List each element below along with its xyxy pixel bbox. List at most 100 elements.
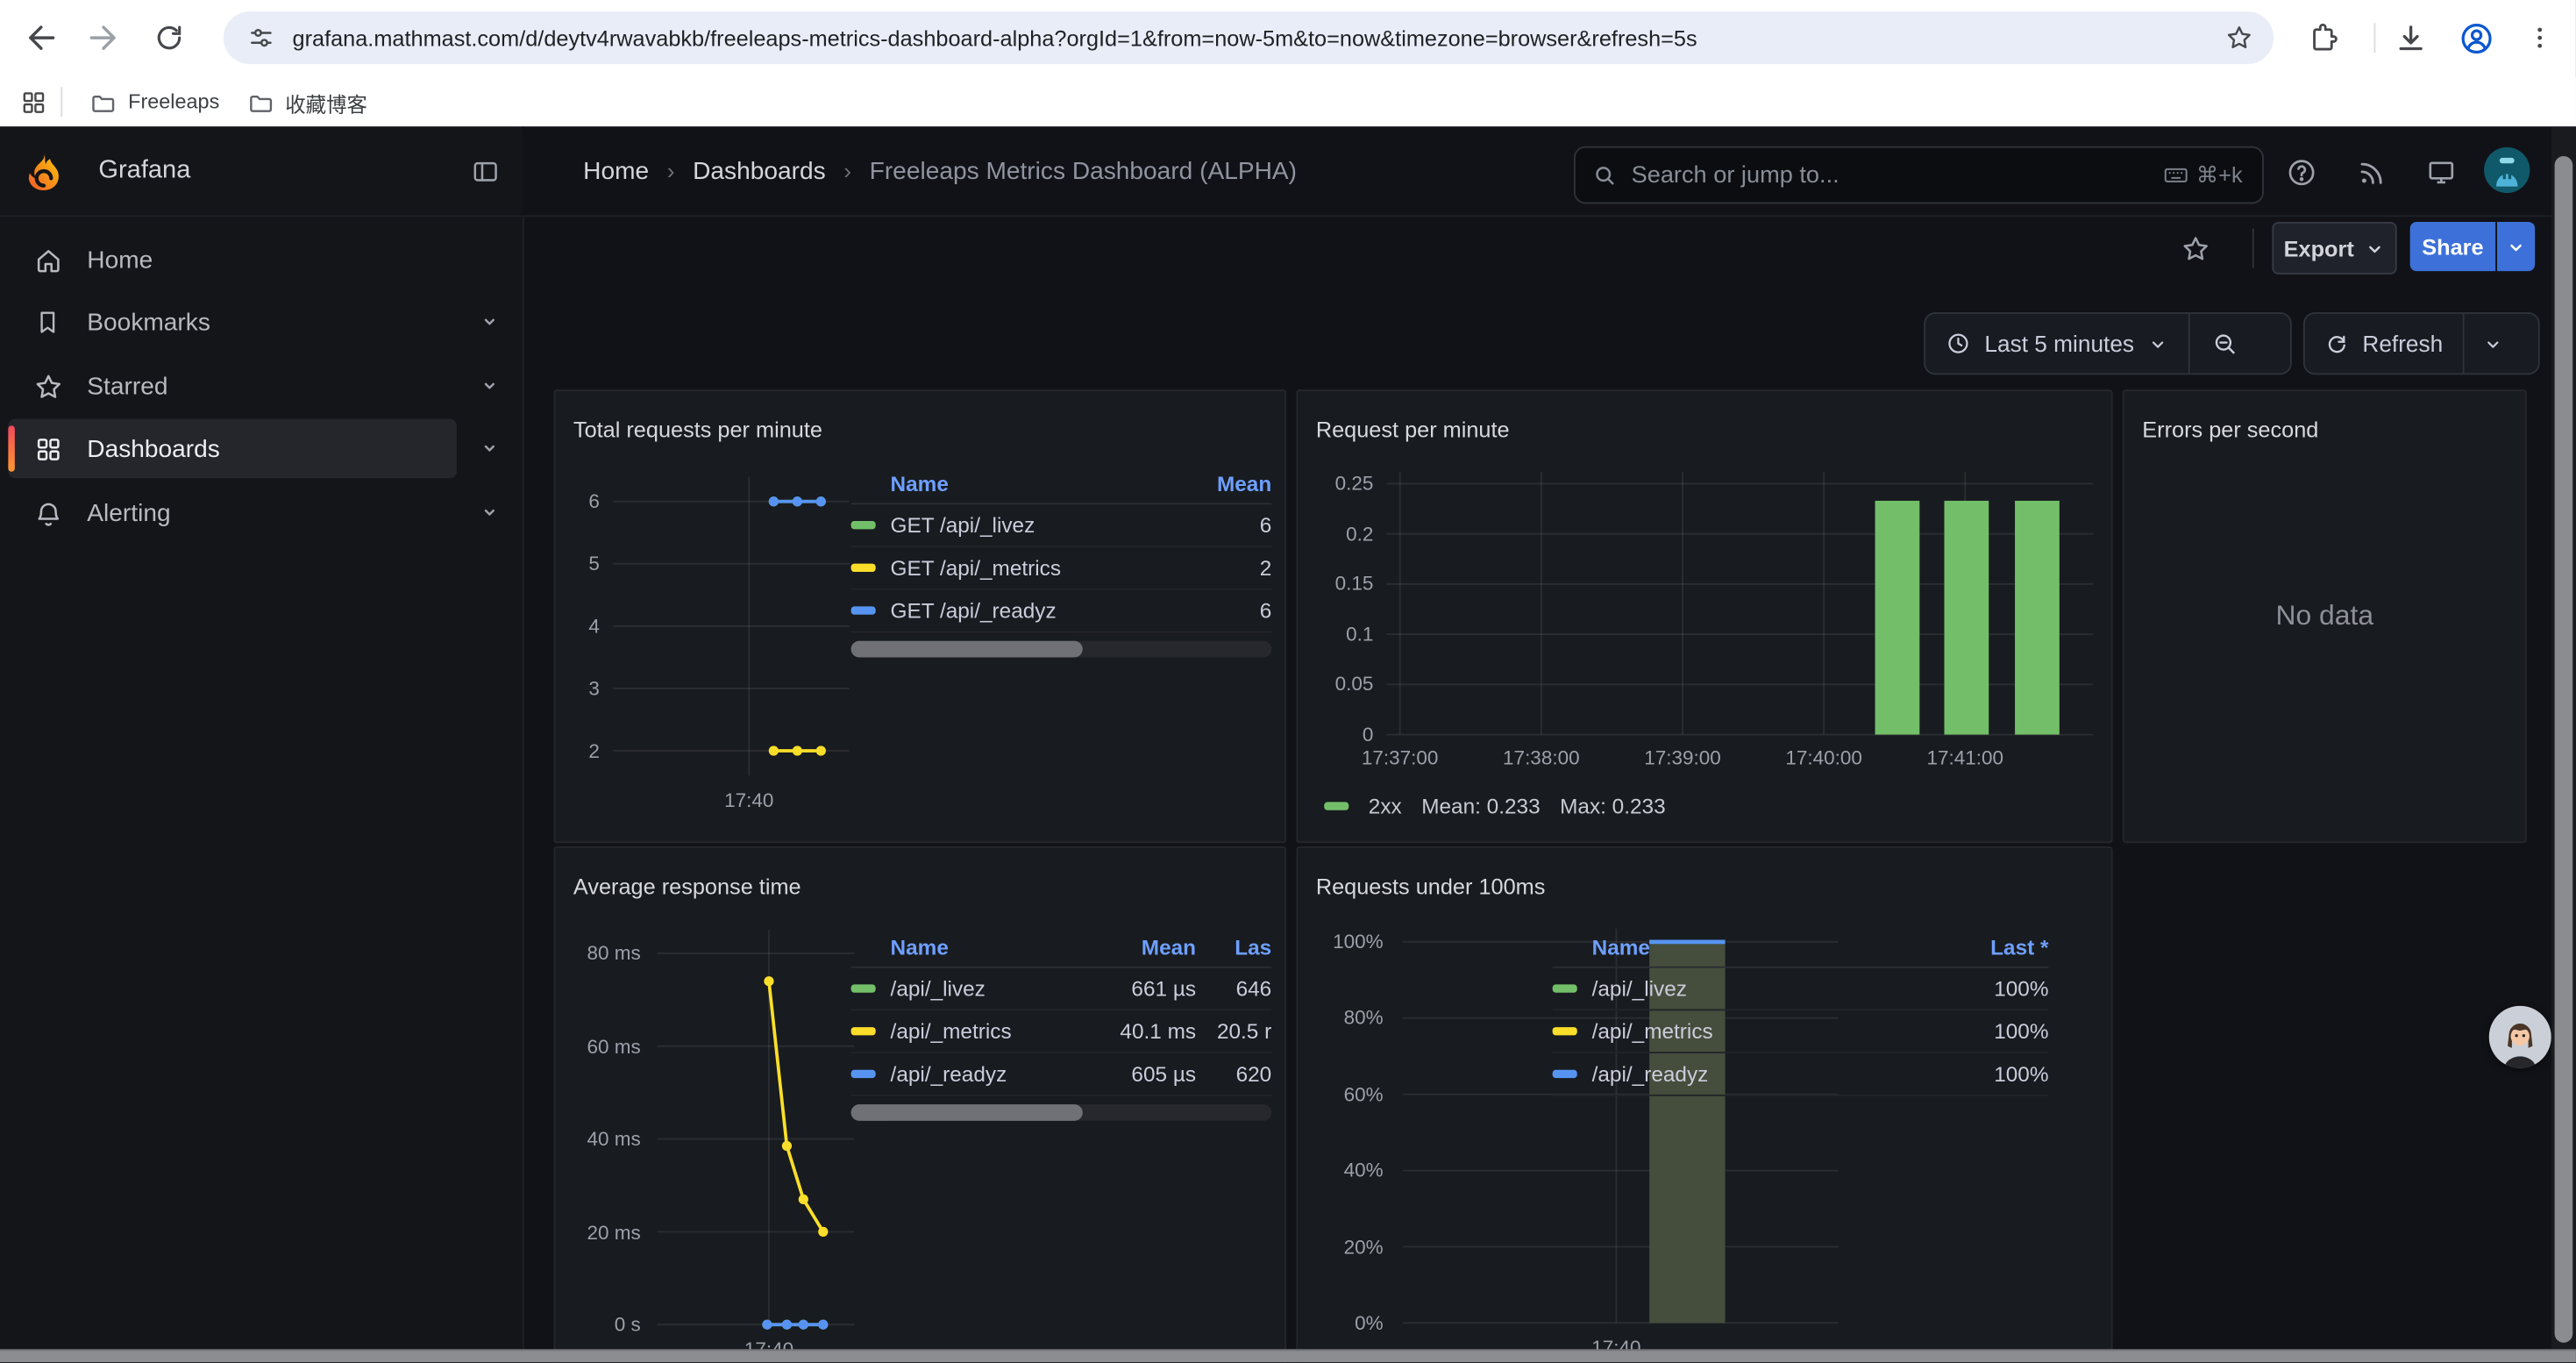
series-name: /api/_livez [891, 976, 1092, 1001]
series-name: /api/_readyz [1592, 1061, 1944, 1086]
data-point [816, 746, 826, 755]
refresh-button[interactable]: Refresh [2305, 314, 2463, 373]
back-arrow-icon [23, 19, 59, 55]
y-tick-label: 0.2 [1346, 523, 1373, 546]
series-name: /api/_metrics [1592, 1019, 1944, 1044]
series-last: 620 [1196, 1061, 1271, 1086]
series-mean: 2 [1173, 555, 1271, 580]
vertical-scrollbar[interactable] [2551, 126, 2576, 1362]
chevron-down-icon[interactable] [473, 432, 506, 465]
side-panel-button[interactable] [19, 88, 47, 116]
data-point [764, 976, 773, 986]
help-button[interactable] [2279, 150, 2324, 196]
scrollbar-thumb[interactable] [2555, 156, 2573, 1343]
breadcrumb-current-page: Freeleaps Metrics Dashboard (ALPHA) [870, 157, 1297, 185]
legend-row[interactable]: /api/_livez 100% [1553, 968, 2049, 1011]
bookmark-folder-freeleaps[interactable]: Freeleaps [75, 83, 232, 121]
sidebar-item-starred[interactable]: Starred [8, 357, 457, 416]
grafana-logo[interactable] [25, 150, 62, 191]
browser-back-button[interactable] [17, 13, 66, 62]
legend-col-name[interactable]: Name [1592, 934, 1944, 959]
floating-assistant-avatar[interactable] [2489, 1006, 2551, 1068]
legend-header: Name Mean [851, 463, 1272, 504]
browser-profile-button[interactable] [2452, 15, 2498, 61]
bookmark-folder-blogs[interactable]: 收藏博客 [232, 82, 381, 123]
refresh-interval-button[interactable] [2465, 314, 2521, 373]
legend-row[interactable]: /api/_readyz 100% [1553, 1053, 2049, 1096]
series-name: /api/_metrics [891, 1019, 1092, 1044]
sidebar-item-dashboards[interactable]: Dashboards [8, 419, 457, 478]
news-button[interactable] [2348, 150, 2394, 196]
series-mean: Mean: 0.233 [1421, 794, 1540, 818]
legend-row[interactable]: GET /api/_metrics 2 [851, 547, 1272, 590]
y-tick-label: 4 [588, 615, 600, 638]
legend-col-name[interactable]: Name [891, 934, 1092, 959]
bookmark-star-icon[interactable] [2224, 23, 2254, 53]
chevron-down-icon[interactable] [473, 370, 506, 403]
legend-col-last[interactable]: Last * [1944, 934, 2049, 959]
sidebar-item-bookmarks[interactable]: Bookmarks [8, 293, 457, 352]
search-input[interactable]: Search or jump to... ⌘+k [1574, 146, 2264, 204]
legend-col-mean[interactable]: Mean [1173, 471, 1271, 496]
browser-menu-button[interactable] [2517, 15, 2563, 61]
share-button[interactable]: Share [2410, 222, 2495, 271]
legend-inline[interactable]: 2xx Mean: 0.233 Max: 0.233 [1324, 794, 1665, 818]
time-range-picker[interactable]: Last 5 minutes [1925, 314, 2188, 373]
breadcrumb-dashboards[interactable]: Dashboards [693, 157, 826, 185]
screen: grafana.mathmast.com/d/deytv4rwavabkb/fr… [0, 0, 2576, 1362]
series-max: Max: 0.233 [1560, 794, 1666, 818]
horizontal-scrollbar[interactable] [0, 1349, 2576, 1362]
legend-row[interactable]: /api/_metrics 40.1 ms 20.5 r [851, 1010, 1272, 1053]
bookmarks-divider [60, 87, 62, 117]
browser-reload-button[interactable] [145, 13, 194, 62]
legend-col-mean[interactable]: Mean [1091, 934, 1196, 959]
chevron-down-icon[interactable] [473, 306, 506, 339]
legend-row[interactable]: /api/_livez 661 µs 646 [851, 968, 1272, 1011]
extensions-button[interactable] [2300, 15, 2345, 61]
plot-area[interactable] [1386, 472, 2093, 735]
download-icon [2393, 20, 2427, 54]
sidebar-item-label: Bookmarks [87, 308, 210, 336]
data-point [782, 1320, 792, 1330]
x-axis: 17:37:0017:38:0017:39:0017:40:0017:41:00 [1386, 739, 2093, 769]
plot-area[interactable] [657, 931, 854, 1325]
legend-row[interactable]: /api/_metrics 100% [1553, 1010, 2049, 1053]
monitor-icon [2425, 156, 2458, 189]
breadcrumb-home[interactable]: Home [583, 157, 649, 185]
legend-row[interactable]: /api/_readyz 605 µs 620 [851, 1053, 1272, 1096]
chevron-down-icon[interactable] [473, 496, 506, 529]
export-button[interactable]: Export [2272, 222, 2396, 275]
x-axis: 17:40 [613, 782, 850, 812]
sidebar-item-alerting[interactable]: Alerting [8, 483, 457, 542]
address-bar[interactable]: grafana.mathmast.com/d/deytv4rwavabkb/fr… [224, 11, 2274, 64]
series-mean: 40.1 ms [1091, 1019, 1196, 1044]
series-color-chip [851, 1028, 876, 1035]
legend-row[interactable]: GET /api/_livez 6 [851, 504, 1272, 547]
help-icon [2285, 156, 2317, 189]
panel-left-icon [470, 156, 502, 188]
legend-row[interactable]: GET /api/_readyz 6 [851, 590, 1272, 633]
zoom-out-button[interactable] [2190, 314, 2261, 373]
url-text[interactable]: grafana.mathmast.com/d/deytv4rwavabkb/fr… [293, 25, 2205, 50]
reload-icon [153, 21, 185, 54]
share-menu-button[interactable] [2497, 222, 2535, 271]
downloads-button[interactable] [2387, 15, 2432, 61]
data-point [762, 1320, 772, 1330]
favorite-dashboard-button[interactable] [2172, 225, 2217, 271]
plot-area[interactable] [613, 476, 850, 775]
legend-scrollbar[interactable] [851, 641, 1272, 658]
actions-divider [2252, 228, 2254, 268]
x-tick-label: 17:40 [724, 789, 773, 811]
sidebar-toggle-button[interactable] [470, 156, 502, 188]
sidebar-item-home[interactable]: Home [8, 230, 457, 289]
legend-col-name[interactable]: Name [891, 471, 1173, 496]
dashboards-grid-icon [32, 432, 64, 465]
star-icon [32, 370, 64, 403]
user-avatar[interactable] [2484, 146, 2530, 192]
browser-toolbar: grafana.mathmast.com/d/deytv4rwavabkb/fr… [0, 0, 2576, 126]
legend-col-last[interactable]: Las [1196, 934, 1271, 959]
kiosk-mode-button[interactable] [2418, 150, 2464, 196]
bell-icon [32, 496, 64, 529]
legend-scrollbar[interactable] [851, 1104, 1272, 1121]
browser-forward-button[interactable] [79, 13, 128, 62]
